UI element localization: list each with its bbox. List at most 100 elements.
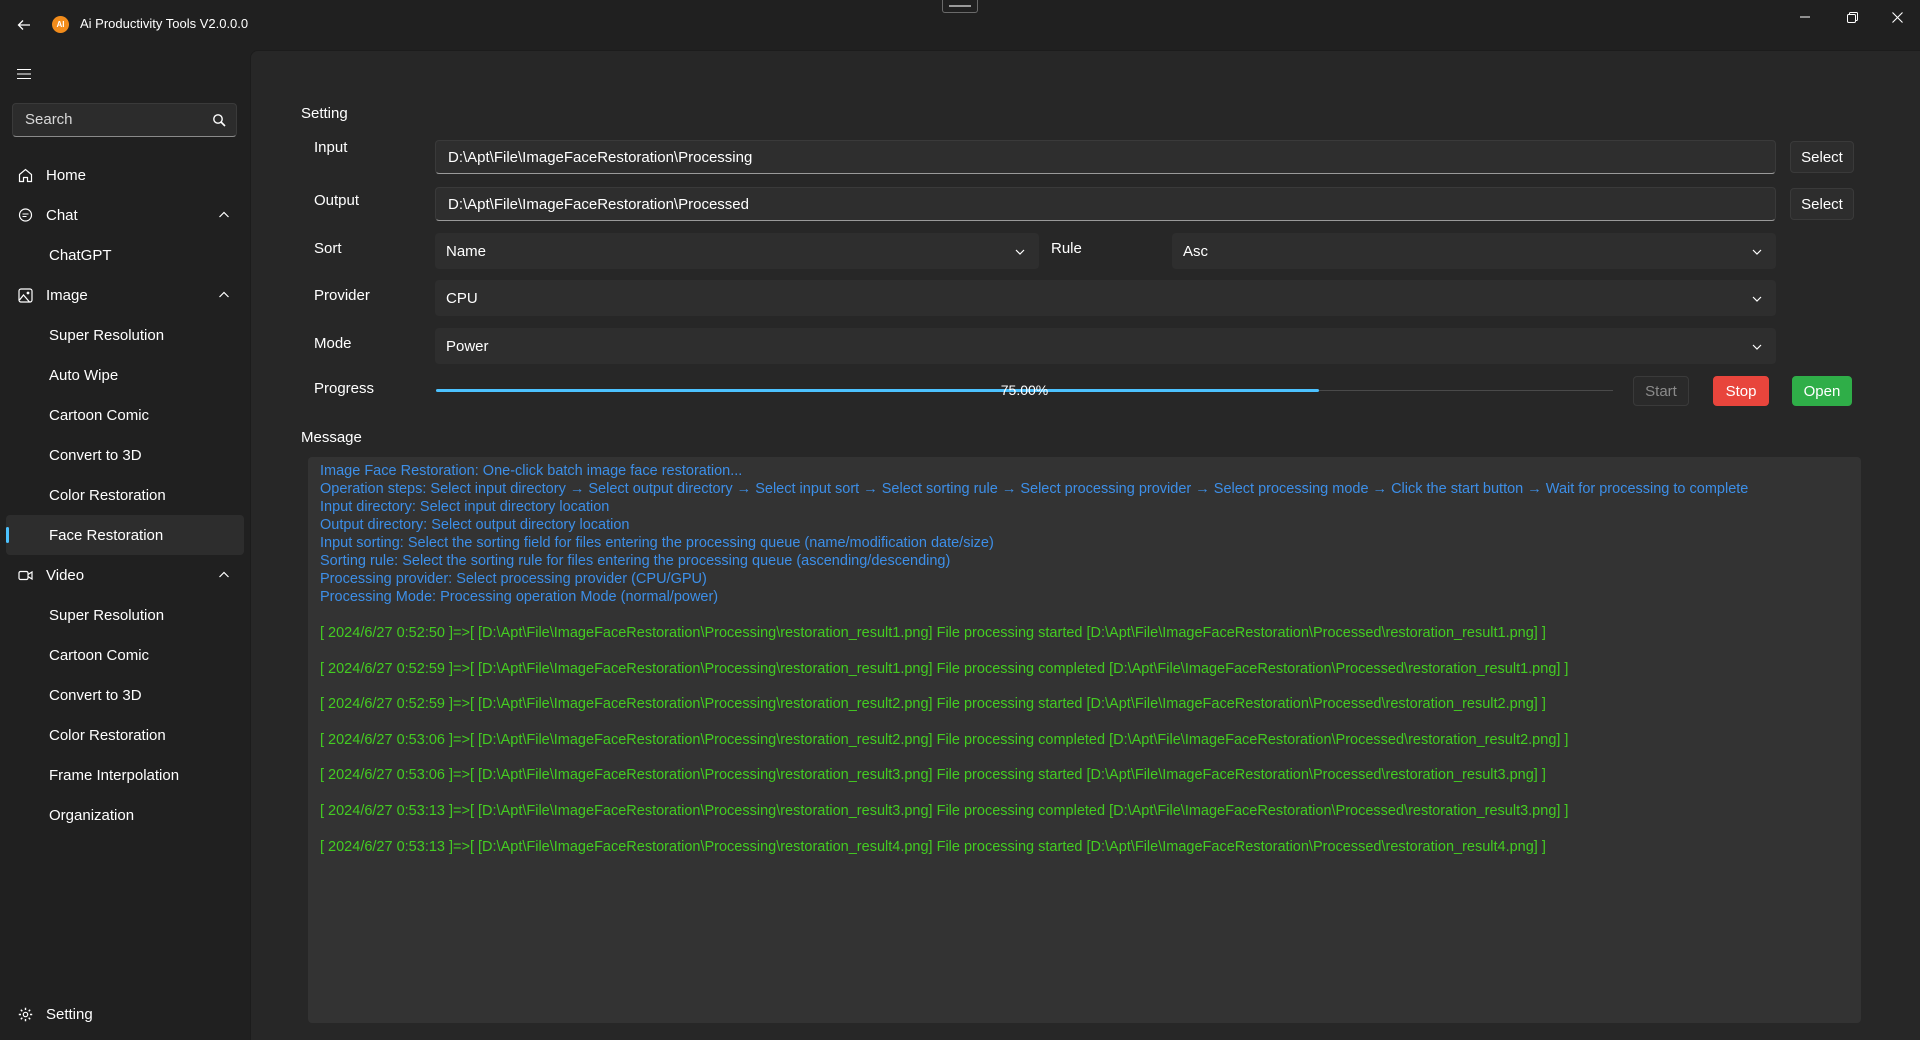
nav-home[interactable]: Home <box>6 155 244 195</box>
output-path-input[interactable] <box>448 196 1721 213</box>
log-line: [ 2024/6/27 0:53:13 ]=>[ [D:\Apt\File\Im… <box>320 839 1546 855</box>
nav-item-label: Frame Interpolation <box>49 766 180 784</box>
minimize-icon <box>1800 16 1810 18</box>
progress-label: Progress <box>314 380 375 397</box>
nav-item-label: Cartoon Comic <box>49 646 150 664</box>
sidebar: Home Chat ChatGPT Image Super Resolution… <box>0 50 250 1040</box>
sort-value: Name <box>446 243 487 260</box>
back-arrow-icon <box>17 20 30 30</box>
info-line: Operation steps: Select input directory … <box>320 481 1749 497</box>
menu-toggle-button[interactable] <box>10 60 38 88</box>
search-icon[interactable] <box>212 113 226 127</box>
log-line: [ 2024/6/27 0:53:06 ]=>[ [D:\Apt\File\Im… <box>320 767 1546 783</box>
info-line: Input directory: Select input directory … <box>320 499 610 515</box>
nav-video-convert-to-3d[interactable]: Convert to 3D <box>6 675 244 715</box>
app-title: Ai Productivity Tools V2.0.0.0 <box>80 16 249 31</box>
back-button[interactable] <box>10 12 38 38</box>
sort-label: Sort <box>314 240 342 257</box>
nav-image-face-restoration[interactable]: Face Restoration <box>6 515 244 555</box>
close-button[interactable] <box>1874 0 1920 34</box>
nav-chat-label: Chat <box>46 206 78 224</box>
sort-select[interactable]: Name <box>435 233 1039 269</box>
stop-button[interactable]: Stop <box>1713 376 1769 406</box>
info-line: Output directory: Select output director… <box>320 517 630 533</box>
gear-icon <box>18 1007 33 1022</box>
nav-home-label: Home <box>46 166 87 184</box>
nav-image-color-restoration[interactable]: Color Restoration <box>6 475 244 515</box>
setting-section-title: Setting <box>301 105 348 122</box>
close-icon <box>1891 11 1903 23</box>
chat-icon <box>18 208 33 222</box>
nav-item-label: Color Restoration <box>49 726 166 744</box>
nav-image-super-resolution[interactable]: Super Resolution <box>6 315 244 355</box>
video-icon <box>18 570 33 581</box>
nav-item-label: Color Restoration <box>49 486 166 504</box>
select-input-button[interactable]: Select <box>1790 141 1854 173</box>
chevron-down-icon <box>1752 249 1762 255</box>
nav-image[interactable]: Image <box>6 275 244 315</box>
nav-item-label: Cartoon Comic <box>49 406 150 424</box>
input-label: Input <box>314 139 348 156</box>
image-icon <box>18 288 33 303</box>
drag-handle[interactable] <box>942 0 978 13</box>
nav-item-label: Auto Wipe <box>49 366 119 384</box>
message-log[interactable]: Image Face Restoration: One-click batch … <box>308 457 1861 1023</box>
nav-video-super-resolution[interactable]: Super Resolution <box>6 595 244 635</box>
rule-select[interactable]: Asc <box>1172 233 1776 269</box>
nav-video-organization[interactable]: Organization <box>6 795 244 835</box>
nav-video-frame-interpolation[interactable]: Frame Interpolation <box>6 755 244 795</box>
nav-video-color-restoration[interactable]: Color Restoration <box>6 715 244 755</box>
info-line: Processing provider: Select processing p… <box>320 571 707 587</box>
chevron-up-icon[interactable] <box>218 570 230 580</box>
mode-value: Power <box>446 338 489 355</box>
output-path-field[interactable] <box>435 187 1776 221</box>
restore-icon <box>1846 11 1858 23</box>
log-line: [ 2024/6/27 0:52:59 ]=>[ [D:\Apt\File\Im… <box>320 661 1569 677</box>
nav-chatgpt[interactable]: ChatGPT <box>6 235 244 275</box>
select-output-button[interactable]: Select <box>1790 188 1854 220</box>
nav-video[interactable]: Video <box>6 555 244 595</box>
chevron-up-icon[interactable] <box>218 290 230 300</box>
app-logo: AI <box>52 16 69 33</box>
chevron-down-icon <box>1752 344 1762 350</box>
mode-select[interactable]: Power <box>435 328 1776 364</box>
nav-image-cartoon-comic[interactable]: Cartoon Comic <box>6 395 244 435</box>
info-line: Sorting rule: Select the sorting rule fo… <box>320 553 951 569</box>
rule-label: Rule <box>1051 240 1082 257</box>
chevron-down-icon <box>1015 249 1025 255</box>
log-line: [ 2024/6/27 0:53:06 ]=>[ [D:\Apt\File\Im… <box>320 732 1569 748</box>
nav-chat[interactable]: Chat <box>6 195 244 235</box>
nav-item-label: Organization <box>49 806 135 824</box>
nav-image-convert-to-3d[interactable]: Convert to 3D <box>6 435 244 475</box>
search-input[interactable] <box>25 111 205 128</box>
chevron-down-icon <box>1752 296 1762 302</box>
open-button[interactable]: Open <box>1792 376 1852 406</box>
rule-value: Asc <box>1183 243 1209 260</box>
provider-select[interactable]: CPU <box>435 280 1776 316</box>
info-line: Input sorting: Select the sorting field … <box>320 535 994 551</box>
message-section-title: Message <box>301 429 362 446</box>
nav-image-auto-wipe[interactable]: Auto Wipe <box>6 355 244 395</box>
nav-chatgpt-label: ChatGPT <box>49 246 112 264</box>
restore-button[interactable] <box>1829 0 1875 34</box>
input-path-input[interactable] <box>448 149 1721 166</box>
hamburger-icon <box>17 68 31 80</box>
nav-image-label: Image <box>46 286 88 304</box>
chevron-up-icon[interactable] <box>218 210 230 220</box>
nav-video-label: Video <box>46 566 85 584</box>
main-content: Setting Input Select Output Select Sort … <box>250 50 1920 1040</box>
nav-setting-label: Setting <box>46 1005 93 1023</box>
info-line: Image Face Restoration: One-click batch … <box>320 463 743 479</box>
home-icon <box>18 168 33 183</box>
input-path-field[interactable] <box>435 140 1776 174</box>
nav-item-label: Convert to 3D <box>49 446 142 464</box>
info-line: Processing Mode: Processing operation Mo… <box>320 589 719 605</box>
nav-video-cartoon-comic[interactable]: Cartoon Comic <box>6 635 244 675</box>
provider-value: CPU <box>446 290 478 307</box>
start-button[interactable]: Start <box>1633 376 1689 406</box>
log-line: [ 2024/6/27 0:52:50 ]=>[ [D:\Apt\File\Im… <box>320 625 1546 641</box>
nav-setting[interactable]: Setting <box>6 994 244 1034</box>
minimize-button[interactable] <box>1782 0 1828 34</box>
search-box[interactable] <box>12 103 237 137</box>
progress-percent: 75.00% <box>1000 382 1049 398</box>
